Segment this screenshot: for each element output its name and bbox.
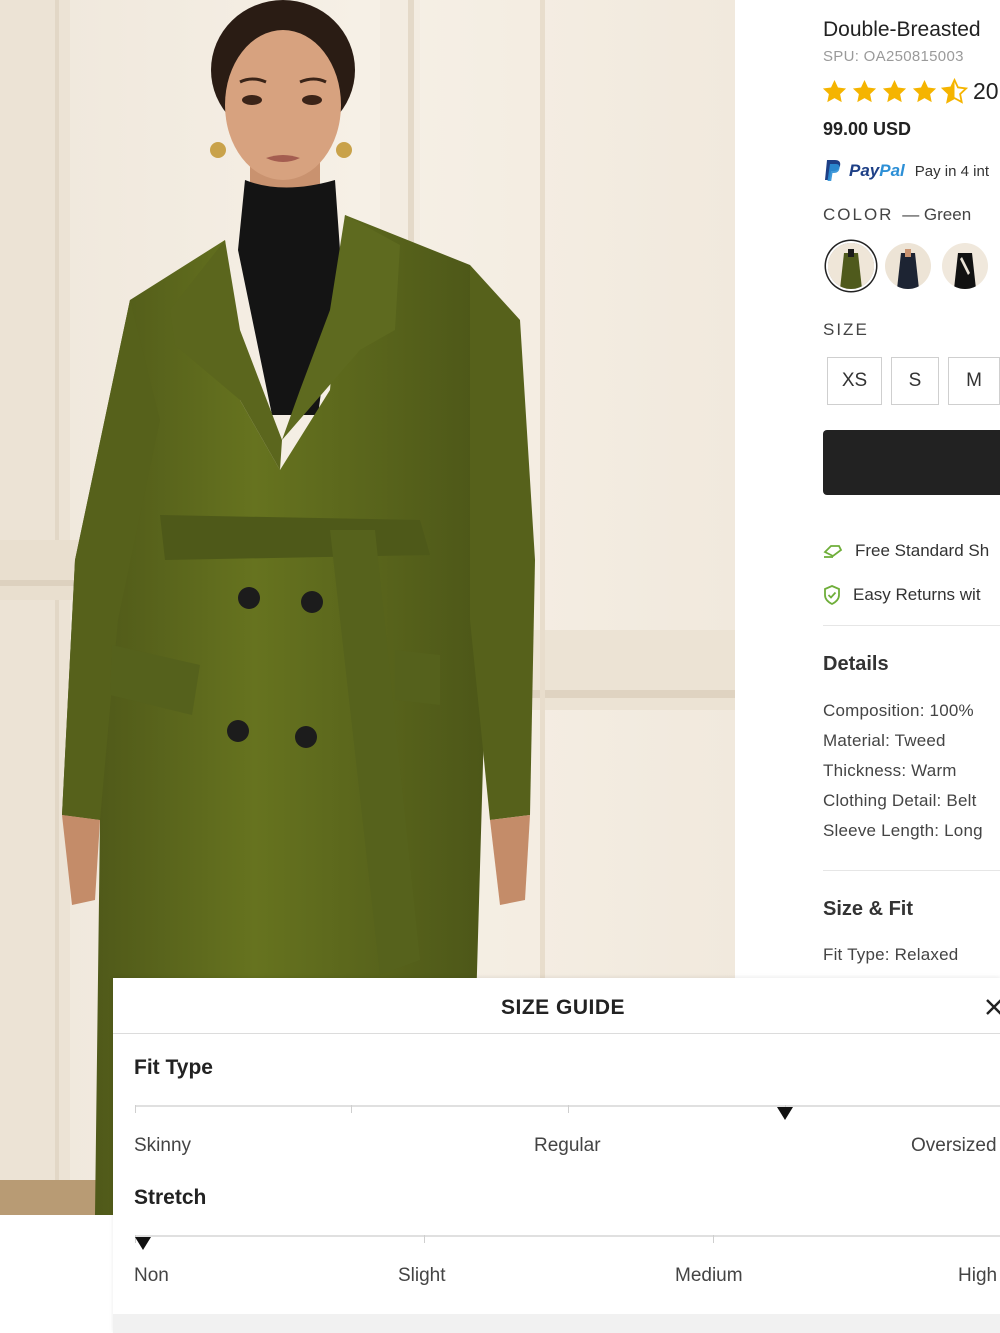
fit-label-skinny: Skinny: [134, 1135, 192, 1156]
swatch-green[interactable]: [828, 243, 874, 289]
scale-tick: [424, 1235, 425, 1243]
free-shipping-text: Free Standard Sh: [855, 541, 990, 560]
paypal-installments[interactable]: PayPal Pay in 4 int: [823, 158, 989, 184]
half-star-icon: [941, 77, 968, 104]
stretch-heading: Stretch: [134, 1186, 207, 1209]
color-label-row: COLOR — Green: [823, 205, 971, 225]
paypal-wordmark: PayPal: [849, 161, 905, 180]
size-option-xs[interactable]: XS: [827, 357, 882, 405]
size-guide-title: SIZE GUIDE: [500, 996, 626, 1019]
close-icon[interactable]: [979, 992, 1000, 1022]
swatch-green-thumb: [828, 243, 874, 289]
fit-label-oversized: Oversized: [911, 1135, 997, 1156]
star-icon: [852, 79, 877, 102]
divider: [823, 625, 1000, 626]
stretch-label-slight: Slight: [398, 1265, 446, 1286]
star-icon: [882, 79, 907, 102]
scale-tick: [568, 1105, 569, 1113]
swatch-navy-thumb: [885, 243, 931, 289]
add-to-bag-button[interactable]: [823, 430, 1000, 495]
stretch-label-medium: Medium: [675, 1265, 743, 1286]
fit-type-indicator: [776, 1107, 793, 1120]
divider: [823, 870, 1000, 871]
product-spu: SPU: OA250815003: [823, 48, 964, 65]
free-shipping-perk[interactable]: Free Standard Sh: [823, 539, 989, 563]
star-icon: [912, 79, 937, 102]
detail-material: Material: Tweed: [823, 731, 946, 750]
product-title: Double-Breasted: [823, 18, 981, 41]
details-heading[interactable]: Details: [823, 653, 889, 676]
fit-label-regular: Regular: [534, 1135, 601, 1156]
size-option-m[interactable]: M: [948, 357, 1000, 405]
product-price: 99.00 USD: [823, 119, 912, 139]
review-count[interactable]: 20: [973, 78, 999, 105]
swatch-black-thumb: [942, 243, 988, 289]
paypal-text: Pay in 4 int: [914, 162, 989, 180]
size-fit-heading[interactable]: Size & Fit: [823, 898, 913, 921]
detail-composition: Composition: 100%: [823, 701, 974, 720]
size-guide-header: SIZE GUIDE: [113, 978, 1000, 1034]
color-value: — Green: [902, 205, 972, 224]
scale-tick: [135, 1105, 136, 1113]
shipping-icon: [823, 545, 843, 558]
stretch-label-non: Non: [134, 1265, 169, 1286]
swatch-navy[interactable]: [885, 243, 931, 289]
stretch-label-high: High: [958, 1265, 998, 1286]
stretch-scale: [135, 1235, 1000, 1237]
modal-footer: [113, 1314, 1000, 1333]
scale-tick: [713, 1235, 714, 1243]
detail-thickness: Thickness: Warm: [823, 761, 957, 780]
rating-stars[interactable]: 20: [821, 77, 999, 105]
swatch-black[interactable]: [942, 243, 988, 289]
easy-returns-perk[interactable]: Easy Returns wit: [823, 583, 981, 607]
paypal-icon: [825, 160, 841, 181]
size-option-s[interactable]: S: [891, 357, 939, 405]
shield-check-icon: [824, 585, 840, 605]
color-label: COLOR: [823, 205, 894, 224]
fit-type-detail: Fit Type: Relaxed: [823, 945, 959, 964]
size-guide-modal: SIZE GUIDE Fit Type Skinny Regular Overs…: [113, 978, 1000, 1333]
detail-clothing: Clothing Detail: Belt: [823, 791, 977, 810]
stretch-indicator: [135, 1237, 151, 1250]
detail-sleeve: Sleeve Length: Long: [823, 821, 983, 840]
easy-returns-text: Easy Returns wit: [853, 585, 981, 604]
fit-type-heading: Fit Type: [134, 1056, 213, 1079]
product-info-panel: Double-Breasted SPU: OA250815003 20 99.0…: [735, 0, 1000, 1000]
scale-tick: [351, 1105, 352, 1113]
star-icon: [822, 79, 847, 102]
size-label: SIZE: [823, 320, 869, 339]
